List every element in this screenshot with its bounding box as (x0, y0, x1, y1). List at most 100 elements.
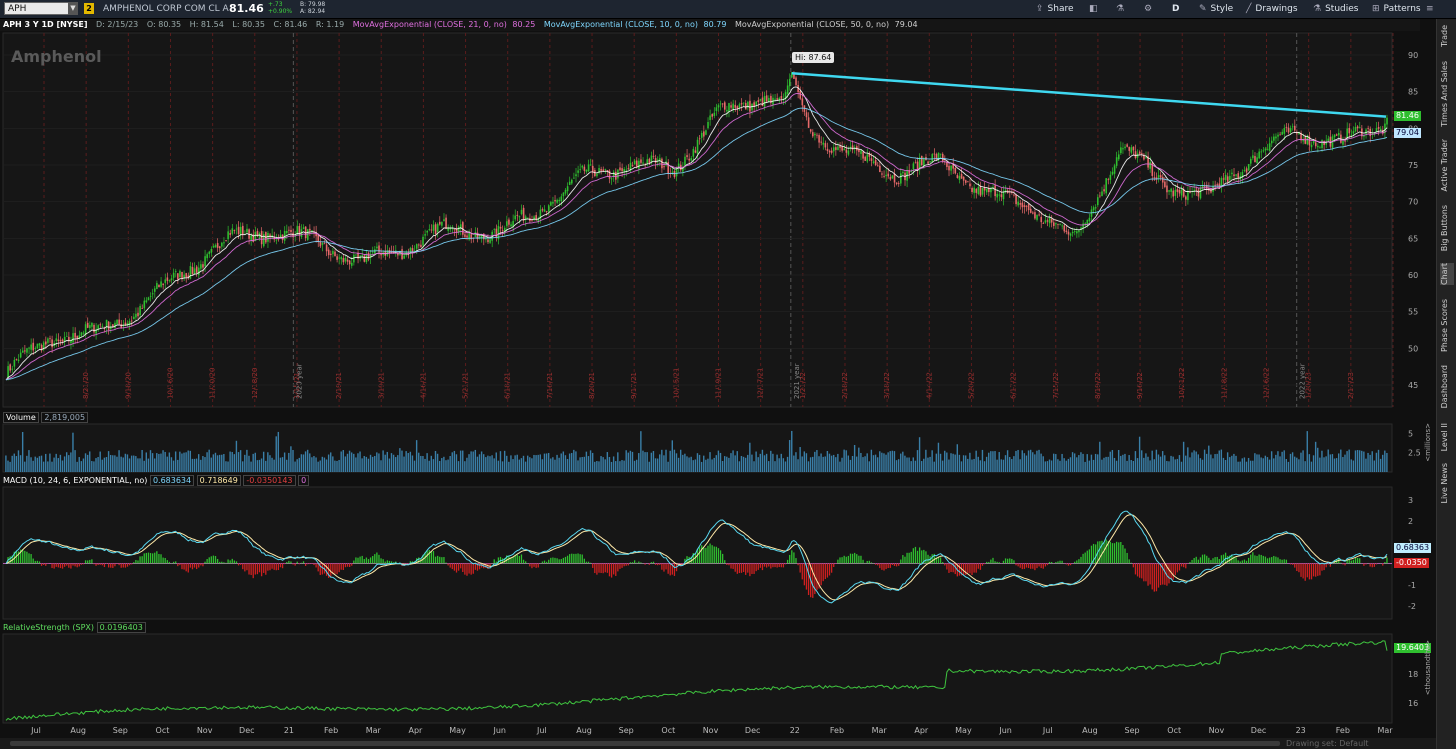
macd-hist-bar (755, 563, 757, 572)
candle-body (139, 305, 141, 316)
macd-hist-bar (759, 563, 762, 568)
candle-body (1036, 214, 1038, 220)
macd-hist-bar (28, 553, 30, 564)
macd-hist-bar (286, 562, 288, 564)
candle-body (1229, 175, 1231, 180)
volume-bar (1350, 459, 1352, 472)
tab-phase-scores[interactable]: Phase Scores (1440, 299, 1454, 352)
price-change-pct: +0.90% (268, 8, 293, 15)
tab-big-buttons[interactable]: Big Buttons (1440, 205, 1454, 251)
volume-bar (1023, 453, 1026, 472)
volume-bar (1130, 460, 1132, 472)
candle-body (1386, 117, 1388, 125)
volume-bar (617, 452, 619, 472)
candle-body (233, 230, 236, 231)
macd-hist-bar (235, 561, 238, 564)
volume-bar (70, 452, 72, 472)
studies-button[interactable]: ⚗ Studies (1313, 0, 1358, 18)
macd-hist-bar (1030, 563, 1032, 569)
link-group-badge[interactable]: 2 (84, 3, 94, 14)
candle-body (981, 187, 984, 195)
macd-hist-bar (652, 561, 655, 564)
chart-area[interactable]: 8/21/209/18/2010/16/2011/20/2012/18/201/… (0, 31, 1436, 738)
macd-pane-label[interactable]: MACD (10, 24, 6, EXPONENTIAL, no) 0.6836… (3, 475, 310, 486)
tab-times-and-sales[interactable]: Times And Sales (1440, 61, 1454, 127)
period-button[interactable]: D (1172, 0, 1179, 18)
candle-body (547, 205, 550, 212)
candle-body (1170, 188, 1172, 192)
tab-level-ii[interactable]: Level II (1440, 423, 1454, 451)
candle-body (1021, 202, 1024, 208)
candle-body (985, 188, 988, 193)
menu-button[interactable]: ≡ (1426, 0, 1438, 18)
chart-scrollbar[interactable]: Drawing set: Default (0, 738, 1436, 749)
candle-body (164, 279, 167, 283)
macd-hist-bar (208, 557, 210, 564)
candle-body (744, 102, 747, 110)
volume-pane-label[interactable]: Volume 2,819,005 (3, 412, 89, 423)
chart-title[interactable]: APH 3 Y 1D [NYSE] (3, 20, 87, 29)
volume-bar (803, 451, 806, 472)
macd-hist-bar (233, 560, 236, 564)
drawings-button[interactable]: ╱ Drawings (1246, 0, 1298, 18)
macd-hist-bar (1055, 562, 1057, 564)
volume-bar (606, 452, 609, 472)
price-tick-label: 85 (1408, 88, 1418, 97)
macd-hist-bar (663, 563, 665, 572)
chevron-down-icon[interactable]: ▼ (68, 2, 78, 15)
ema21-label[interactable]: MovAvgExponential (CLOSE, 21, 0, no) (353, 20, 507, 29)
macd-hist-bar (453, 563, 456, 571)
volume-bar (822, 456, 824, 472)
macd-hist-bar (348, 563, 351, 567)
volume-bar (363, 456, 365, 472)
volume-bar (659, 454, 661, 472)
candle-body (332, 250, 334, 255)
settings-button[interactable]: ⚙ (1144, 0, 1156, 18)
volume-bar (1214, 454, 1216, 472)
volume-bar (1224, 459, 1227, 472)
macd-hist-bar (1095, 544, 1097, 564)
tab-dashboard[interactable]: Dashboard (1440, 365, 1454, 408)
earnings-date-label: 12/16/22 (1263, 368, 1271, 399)
volume-bar (164, 451, 166, 472)
macd-hist-bar (751, 563, 753, 574)
volume-bar (1363, 451, 1365, 472)
ema10-label[interactable]: MovAvgExponential (CLOSE, 10, 0, no) (544, 20, 698, 29)
candle-body (640, 159, 642, 163)
volume-bar (1247, 457, 1250, 472)
macd-hist-bar (983, 563, 986, 565)
volume-bar (709, 452, 711, 472)
flask-button[interactable]: ⚗ (1116, 0, 1128, 18)
candle-body (931, 154, 934, 163)
candle-body (82, 332, 85, 334)
style-button[interactable]: ✎ Style (1199, 0, 1233, 18)
tab-trade[interactable]: Trade (1440, 25, 1454, 47)
symbol-input[interactable]: APH (4, 2, 78, 15)
macd-hist-bar (833, 563, 835, 567)
volume-bar (208, 449, 210, 472)
patterns-button[interactable]: ⊞ Patterns (1372, 0, 1421, 18)
volume-bar (323, 457, 326, 472)
snapshot-button[interactable]: ◧ (1089, 0, 1102, 18)
macd-hist-bar (158, 554, 160, 564)
rs-pane-label[interactable]: RelativeStrength (SPX) 0.0196403 (3, 622, 146, 633)
volume-bar (879, 451, 881, 472)
candle-body (883, 176, 885, 177)
tab-live-news[interactable]: Live News (1440, 463, 1454, 504)
tab-chart[interactable]: Chart (1440, 263, 1454, 285)
volume-bar (21, 432, 24, 472)
share-button[interactable]: ⇪ Share (1036, 0, 1074, 18)
candle-body (1285, 126, 1288, 128)
scrollbar-thumb[interactable] (10, 741, 1280, 746)
candle-body (663, 166, 665, 168)
macd-hist-bar (535, 563, 537, 568)
tab-active-trader[interactable]: Active Trader (1440, 139, 1454, 191)
ema50-label[interactable]: MovAvgExponential (CLOSE, 50, 0, no) (735, 20, 889, 29)
share-label: Share (1047, 4, 1074, 14)
macd-hist-bar (1128, 559, 1130, 564)
volume-bar (686, 456, 688, 472)
candle-body (1113, 165, 1116, 174)
macd-hist-bar (946, 563, 948, 570)
volume-bar (927, 457, 929, 472)
candle-body (1231, 172, 1233, 175)
